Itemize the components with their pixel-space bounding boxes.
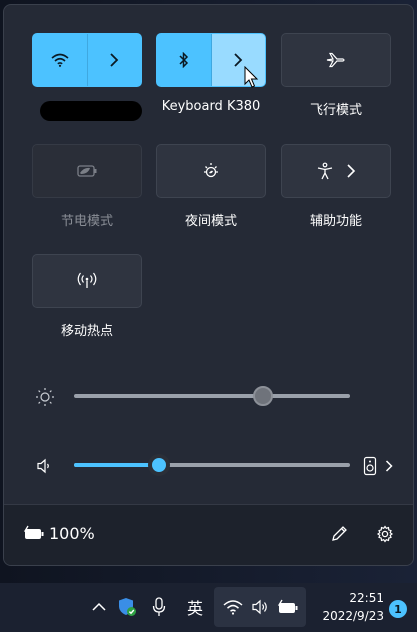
bluetooth-toggle[interactable] (157, 34, 212, 86)
battery-saver-icon (77, 165, 97, 177)
notification-badge[interactable]: 1 (389, 600, 407, 618)
chevron-right-icon (347, 164, 356, 178)
bluetooth-icon (179, 52, 188, 68)
settings-icon (376, 525, 394, 543)
clock-time: 22:51 (349, 591, 384, 605)
wifi-expand-button[interactable] (88, 34, 142, 86)
wifi-icon (51, 53, 69, 67)
edit-icon (332, 526, 347, 541)
taskbar: 英 22:51 2022/9/23 (0, 583, 417, 632)
battery-saver-label: 节电模式 (60, 214, 113, 229)
edit-quick-settings-button[interactable] (328, 523, 350, 545)
accessibility-label: 辅助功能 (309, 214, 362, 229)
wifi-network-name-redacted (40, 101, 142, 121)
audio-output-device-button[interactable] (362, 455, 378, 477)
chevron-up-icon (92, 602, 106, 611)
hotspot-icon (77, 272, 97, 288)
battery-icon (23, 525, 44, 539)
battery-status-button[interactable] (21, 522, 47, 544)
volume-slider-thumb[interactable] (148, 454, 170, 476)
quick-settings-panel: Keyboard K380 飞行模式 节电模式 夜间模式 辅助功能 移动热点 1… (3, 4, 414, 566)
battery-percentage: 100% (49, 524, 95, 543)
security-icon (119, 598, 136, 616)
mobile-hotspot-tile[interactable] (32, 254, 142, 308)
volume-icon[interactable] (34, 455, 56, 477)
microphone-icon (152, 597, 166, 616)
accessibility-icon (317, 162, 333, 180)
brightness-slider-thumb[interactable] (253, 386, 273, 406)
mobile-hotspot-label: 移动热点 (60, 324, 113, 339)
volume-slider-fill (74, 463, 158, 467)
battery-saver-tile[interactable] (32, 144, 142, 198)
show-hidden-icons-button[interactable] (90, 598, 108, 616)
chevron-right-icon (385, 460, 393, 472)
settings-button[interactable] (374, 523, 396, 545)
airplane-mode-tile[interactable] (281, 33, 391, 87)
speaker-device-icon (363, 456, 377, 476)
tray-wifi-icon (222, 597, 244, 617)
microphone-button[interactable] (150, 596, 168, 618)
tray-volume-icon (250, 597, 270, 617)
bluetooth-label: Keyboard K380 (161, 99, 261, 114)
panel-footer: 100% (4, 504, 413, 565)
clock-date: 2022/9/23 (322, 609, 384, 623)
brightness-icon (34, 386, 56, 408)
input-method-indicator[interactable]: 英 (182, 597, 208, 618)
brightness-slider-track[interactable] (74, 394, 350, 398)
night-light-label: 夜间模式 (184, 214, 237, 229)
windows-security-button[interactable] (116, 596, 138, 618)
accessibility-tile[interactable] (281, 144, 391, 198)
wifi-tile[interactable] (32, 33, 142, 87)
night-light-tile[interactable] (156, 144, 266, 198)
airplane-icon (326, 52, 345, 68)
mouse-cursor-icon (244, 66, 259, 88)
chevron-right-icon (110, 53, 119, 67)
clock-button[interactable]: 22:51 2022/9/23 (312, 589, 384, 625)
audio-output-expand-button[interactable] (382, 457, 396, 475)
night-light-icon (204, 163, 218, 178)
wifi-toggle[interactable] (33, 34, 88, 86)
chevron-right-icon (234, 53, 243, 67)
airplane-mode-label: 飞行模式 (309, 103, 362, 118)
tray-battery-icon (276, 596, 300, 618)
